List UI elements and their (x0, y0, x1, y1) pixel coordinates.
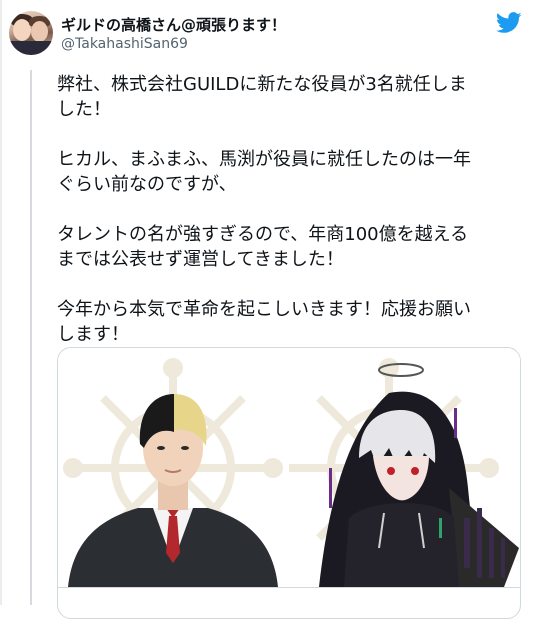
tweet-text: 弊社、株式会社GUILDに新たな役員が3名就任しま した！ ヒカル、まふまふ、馬… (57, 74, 471, 345)
person-photo[interactable] (58, 348, 289, 587)
display-name[interactable]: ギルドの高橋さん@頑張ります！ (61, 14, 286, 35)
twitter-bird-icon[interactable] (496, 12, 522, 34)
left-border (0, 0, 2, 605)
card-divider (58, 587, 520, 588)
user-handle[interactable]: @TakahashiSan69 (61, 36, 188, 52)
character-illustration[interactable] (289, 348, 520, 587)
profile-avatar[interactable] (9, 11, 53, 55)
media-card[interactable] (57, 347, 521, 619)
thread-line (30, 70, 32, 605)
